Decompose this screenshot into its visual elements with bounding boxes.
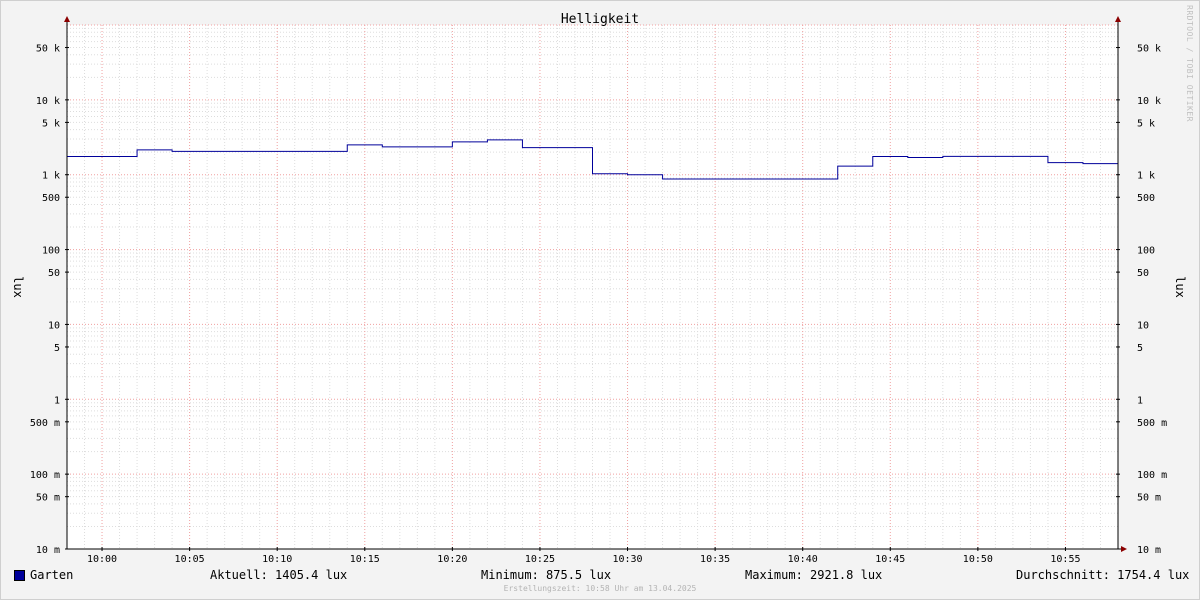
legend-current: Aktuell: 1405.4 lux bbox=[210, 568, 348, 582]
y-tick-label-right: 10 m bbox=[1137, 545, 1161, 556]
legend-maximum: Maximum: 2921.8 lux bbox=[745, 568, 883, 582]
y-tick-label-right: 100 bbox=[1137, 246, 1155, 257]
y-tick-label-left: 50 k bbox=[36, 44, 60, 55]
y-tick-label-right: 1 k bbox=[1137, 171, 1155, 182]
x-tick-label: 10:40 bbox=[788, 554, 818, 565]
y-axis-label-right: lux bbox=[1173, 276, 1187, 298]
y-tick-label-left: 10 k bbox=[36, 96, 60, 107]
y-tick-label-right: 500 bbox=[1137, 193, 1155, 204]
y-axis-right-arrow-icon bbox=[1115, 16, 1121, 22]
y-tick-label-right: 5 k bbox=[1137, 118, 1155, 129]
watermark: RRDTOOL / TOBI OETIKER bbox=[1185, 5, 1194, 122]
x-tick-label: 10:00 bbox=[87, 554, 117, 565]
y-tick-label-left: 10 bbox=[48, 320, 60, 331]
legend: Garten Aktuell: 1405.4 lux Minimum: 875.… bbox=[0, 567, 1200, 585]
y-tick-label-right: 10 bbox=[1137, 320, 1149, 331]
x-tick-label: 10:35 bbox=[700, 554, 730, 565]
y-tick-label-left: 100 m bbox=[30, 470, 60, 481]
y-tick-label-left: 5 k bbox=[42, 118, 60, 129]
x-tick-label: 10:50 bbox=[963, 554, 993, 565]
y-tick-label-left: 100 bbox=[42, 246, 60, 257]
x-tick-label: 10:05 bbox=[175, 554, 205, 565]
y-tick-label-left: 1 bbox=[54, 395, 60, 406]
x-tick-label: 10:55 bbox=[1050, 554, 1080, 565]
x-tick-label: 10:30 bbox=[612, 554, 642, 565]
x-tick-label: 10:15 bbox=[350, 554, 380, 565]
y-tick-label-right: 1 bbox=[1137, 395, 1143, 406]
y-tick-label-right: 100 m bbox=[1137, 470, 1167, 481]
legend-average: Durchschnitt: 1754.4 lux bbox=[1016, 568, 1190, 582]
y-tick-label-left: 5 bbox=[54, 343, 60, 354]
legend-minimum: Minimum: 875.5 lux bbox=[481, 568, 612, 582]
y-tick-label-left: 10 m bbox=[36, 545, 60, 556]
legend-swatch-garten bbox=[14, 570, 25, 581]
x-tick-label: 10:45 bbox=[875, 554, 905, 565]
y-tick-label-right: 5 bbox=[1137, 343, 1143, 354]
y-tick-label-right: 500 m bbox=[1137, 418, 1167, 429]
y-axis-label-left: lux bbox=[11, 276, 25, 298]
y-tick-label-right: 50 k bbox=[1137, 44, 1161, 55]
y-axis-left-arrow-icon bbox=[64, 16, 70, 22]
y-tick-label-right: 50 bbox=[1137, 268, 1149, 279]
x-tick-label: 10:20 bbox=[437, 554, 467, 565]
brightness-chart: 50 k 50 k 10 k 10 k 5 k 5 k 1 k 1 k 500 500 100 100… bbox=[11, 12, 1187, 565]
y-tick-label-left: 1 k bbox=[42, 171, 60, 182]
chart-title: Helligkeit bbox=[561, 12, 639, 27]
x-tick-label: 10:25 bbox=[525, 554, 555, 565]
creation-time-footer: Erstellungszeit: 10:58 Uhr am 13.04.2025 bbox=[503, 584, 697, 593]
y-tick-label-right: 10 k bbox=[1137, 96, 1161, 107]
y-tick-label-left: 50 m bbox=[36, 493, 60, 504]
legend-series-name: Garten bbox=[30, 568, 74, 582]
x-tick-label: 10:10 bbox=[262, 554, 292, 565]
y-tick-label-left: 50 bbox=[48, 268, 60, 279]
y-tick-label-left: 500 bbox=[42, 193, 60, 204]
x-axis-arrow-icon bbox=[1121, 546, 1127, 552]
y-tick-label-left: 500 m bbox=[30, 418, 60, 429]
y-tick-label-right: 50 m bbox=[1137, 493, 1161, 504]
